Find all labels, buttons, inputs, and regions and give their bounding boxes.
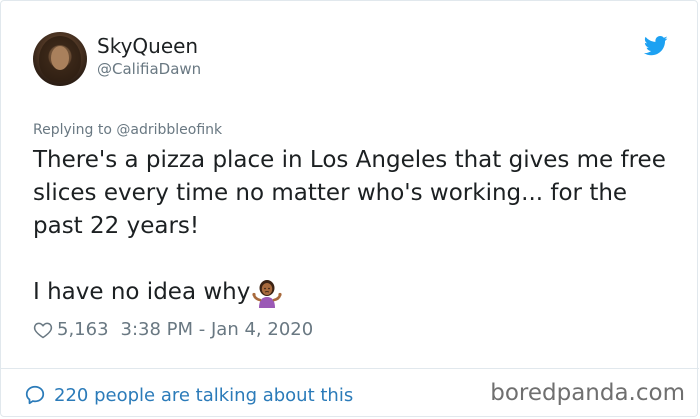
watermark: boredpanda.com — [490, 380, 685, 406]
avatar-face — [51, 46, 69, 70]
tweet-text: There's a pizza place in Los Angeles tha… — [33, 144, 678, 309]
avatar[interactable] — [33, 32, 87, 86]
talking-label[interactable]: 220 people are talking about this — [54, 385, 353, 406]
speech-bubble-icon — [25, 385, 45, 405]
display-name[interactable]: SkyQueen — [97, 34, 198, 58]
tweet-paragraph-1: There's a pizza place in Los Angeles tha… — [33, 147, 666, 239]
tweet-meta: 5,163 3:38 PM - Jan 4, 2020 — [33, 319, 313, 340]
tweet-footer: 220 people are talking about this boredp… — [1, 368, 699, 418]
tweet-card: SkyQueen @CalifiaDawn Replying to @adrib… — [0, 0, 699, 418]
talking-link[interactable]: 220 people are talking about this — [24, 384, 353, 406]
like-count[interactable]: 5,163 — [57, 319, 109, 340]
replying-to[interactable]: Replying to @adribbleofink — [33, 122, 222, 138]
timestamp[interactable]: 3:38 PM - Jan 4, 2020 — [121, 319, 314, 340]
twitter-bird-icon[interactable] — [644, 36, 668, 56]
heart-icon[interactable] — [33, 320, 53, 340]
tweet-paragraph-2-row: I have no idea why — [33, 276, 678, 309]
woman-shrugging-emoji-icon — [252, 279, 282, 308]
user-handle[interactable]: @CalifiaDawn — [97, 60, 201, 78]
tweet-paragraph-2: I have no idea why — [33, 279, 251, 305]
